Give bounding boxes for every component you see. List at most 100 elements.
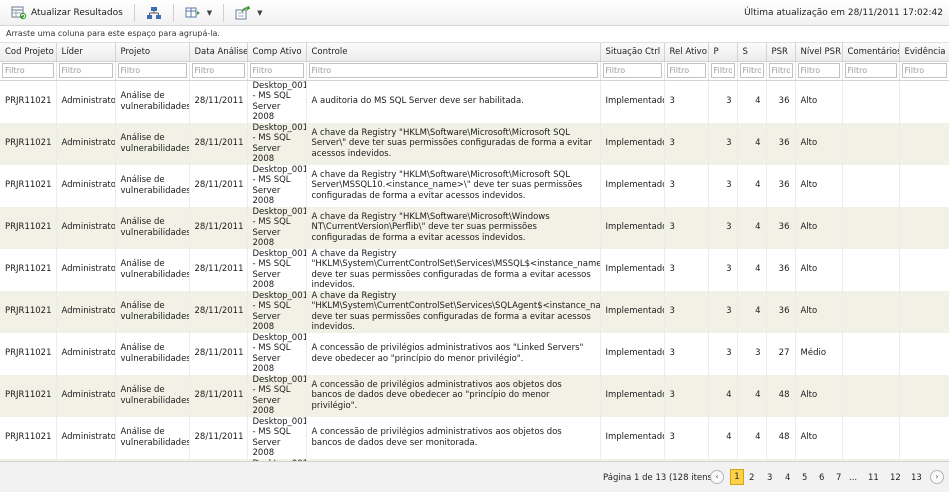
refresh-results-button[interactable]: Atualizar Resultados [8,2,126,24]
cell-data-analise: 28/11/2011 [189,122,248,165]
table-row[interactable]: PRJR11021AdministratorAnálise de vulnera… [0,374,949,417]
filter-input[interactable] [2,63,54,78]
cell-controle: A concessão de privilégios administrativ… [306,416,601,459]
chevron-down-icon[interactable]: ▼ [257,9,262,17]
page-link[interactable]: 6 [819,473,824,483]
cell-s: 4 [737,374,767,417]
cell-comentarios [842,332,900,375]
cell-situacao-ctrl: Implementado [600,80,665,123]
filter-input[interactable] [249,63,304,78]
column-header[interactable]: Comentários [842,43,900,62]
filter-input[interactable] [117,63,187,78]
column-header[interactable]: S [737,43,767,62]
filter-input[interactable] [191,63,245,78]
filter-input[interactable] [901,63,947,78]
cell-nivel-psr: Alto [795,164,843,207]
table-row[interactable]: PRJR11021AdministratorAnálise de vulnera… [0,80,949,123]
filter-input[interactable] [844,63,897,78]
column-header[interactable]: Projeto [115,43,190,62]
filter-input[interactable] [797,63,840,78]
filter-input[interactable] [58,63,113,78]
chevron-down-icon[interactable]: ▼ [207,9,212,17]
column-header[interactable]: PSR [766,43,796,62]
cell-comentarios [842,248,900,291]
cell-lider: Administrator [56,374,116,417]
last-update-text: Última atualização em 28/11/2011 17:02:4… [744,8,943,18]
cell-evidencia [899,122,949,165]
cell-cod-projeto: PRJR11021 [0,206,57,249]
hierarchy-button[interactable] [143,2,165,24]
cell-cod-projeto: PRJR11021 [0,122,57,165]
cell-controle: A chave da Registry "HKLM\System\Current… [306,248,601,291]
cell-p: 4 [708,416,738,459]
table-row[interactable]: PRJR11021AdministratorAnálise de vulnera… [0,206,949,249]
cell-s: 3 [737,332,767,375]
column-header[interactable]: P [708,43,738,62]
page-link[interactable]: 11 [868,473,879,483]
page-link[interactable]: 3 [767,473,772,483]
filter-input[interactable] [710,63,735,78]
cell-situacao-ctrl: Implementado [600,122,665,165]
page-link[interactable]: 2 [749,473,754,483]
cell-situacao-ctrl: Implementado [600,290,665,333]
filter-input[interactable] [602,63,662,78]
table-row[interactable]: PRJR11021AdministratorAnálise de vulnera… [0,416,949,459]
column-header[interactable]: Data Análise [189,43,248,62]
cell-s: 4 [737,290,767,333]
cell-nivel-psr: Alto [795,122,843,165]
cell-comp-ativo: Desktop_001 - MS SQL Server 2008 [247,374,307,417]
cell-data-analise: 28/11/2011 [189,248,248,291]
table-row[interactable]: PRJR11021AdministratorAnálise de vulnera… [0,164,949,207]
page-link[interactable]: 13 [911,473,922,483]
cell-s: 4 [737,248,767,291]
cell-nivel-psr: Alto [795,248,843,291]
page-ellipsis[interactable]: ... [849,473,857,483]
cell-comp-ativo: Desktop_001 - MS SQL Server 2008 [247,332,307,375]
page-link[interactable]: 12 [890,473,901,483]
page-link-current[interactable]: 1 [730,469,744,485]
columns-button[interactable]: ▼ [182,2,215,24]
filter-input[interactable] [768,63,793,78]
filter-cell [899,61,949,81]
table-row[interactable]: PRJR11021AdministratorAnálise de vulnera… [0,122,949,165]
filter-input[interactable] [308,63,598,78]
column-header[interactable]: Cod Projeto [0,43,57,62]
page-link[interactable]: 5 [802,473,807,483]
cell-projeto: Análise de vulnerabilidades [115,248,190,291]
filter-input[interactable] [739,63,764,78]
column-header[interactable]: Comp Ativo [247,43,307,62]
cell-rel-ativo: 3 [664,374,709,417]
cell-projeto: Análise de vulnerabilidades [115,374,190,417]
page-link[interactable]: 7 [836,473,841,483]
column-header[interactable]: Situação Ctrl [600,43,665,62]
table-row[interactable]: PRJR11021AdministratorAnálise de vulnera… [0,248,949,291]
cell-controle: A concessão de privilégios administrativ… [306,332,601,375]
column-header[interactable]: Nível PSR [795,43,843,62]
table-row[interactable]: PRJR11021AdministratorAnálise de vulnera… [0,332,949,375]
filter-cell [766,61,796,81]
column-header[interactable]: Controle [306,43,601,62]
cell-data-analise: 28/11/2011 [189,80,248,123]
export-button[interactable]: ▼ [232,2,265,24]
cell-controle: A chave da Registry "HKLM\Software\Micro… [306,164,601,207]
cell-projeto: Análise de vulnerabilidades [115,80,190,123]
cell-controle: A chave da Registry "HKLM\System\Current… [306,290,601,333]
table-row[interactable]: PRJR11021AdministratorAnálise de vulnera… [0,290,949,333]
cell-rel-ativo: 3 [664,206,709,249]
filter-cell [708,61,738,81]
cell-s: 4 [737,80,767,123]
cell-lider: Administrator [56,332,116,375]
column-header[interactable]: Líder [56,43,116,62]
cell-lider: Administrator [56,206,116,249]
group-drop-area[interactable]: Arraste uma coluna para este espaço para… [0,26,949,43]
cell-evidencia [899,416,949,459]
column-header[interactable]: Evidência [899,43,949,62]
prev-page-icon[interactable]: ‹ [710,470,724,484]
cell-rel-ativo: 3 [664,164,709,207]
column-header[interactable]: Rel Ativo [664,43,709,62]
filter-input[interactable] [666,63,706,78]
cell-situacao-ctrl: Implementado [600,416,665,459]
next-page-icon[interactable]: › [930,470,944,484]
cell-comp-ativo: Desktop_001 - MS SQL Server 2008 [247,416,307,459]
page-link[interactable]: 4 [785,473,790,483]
